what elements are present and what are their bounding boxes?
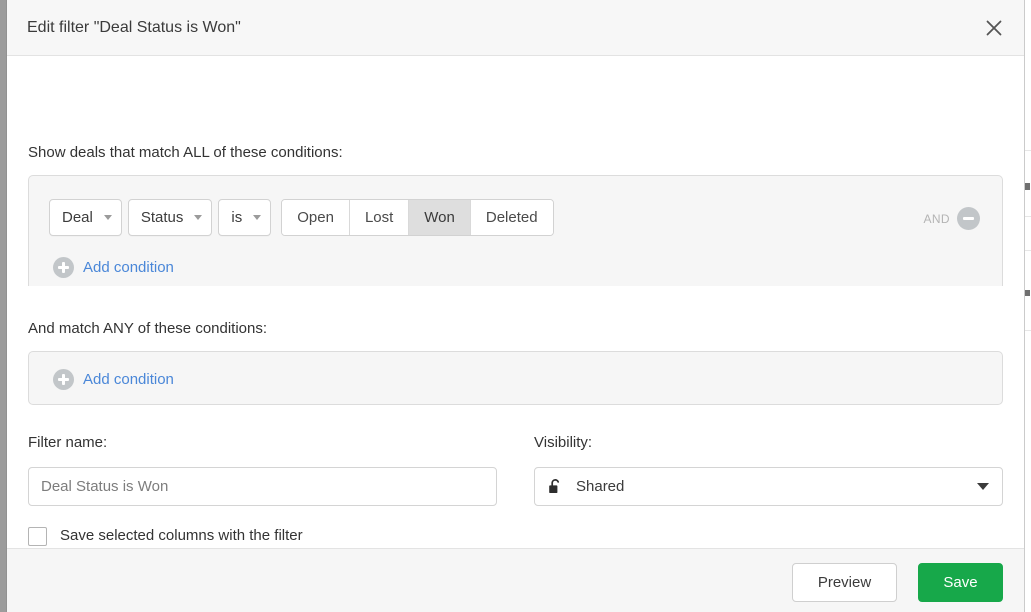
save-columns-checkbox[interactable] [28, 526, 47, 546]
condition-row: Deal Status is Open Lost Won Deleted [49, 199, 554, 236]
status-value-segmented-group: Open Lost Won Deleted [281, 199, 554, 236]
entity-dropdown[interactable]: Deal [49, 199, 122, 236]
status-option-deleted[interactable]: Deleted [470, 200, 553, 235]
match-all-label: Show deals that match ALL of these condi… [28, 144, 343, 161]
backdrop-right-row [1025, 330, 1031, 331]
status-option-open[interactable]: Open [282, 200, 350, 235]
filter-name-label: Filter name: [28, 434, 108, 451]
visibility-value: Shared [576, 478, 625, 495]
close-icon[interactable] [978, 12, 1010, 44]
dialog-title: Edit filter "Deal Status is Won" [27, 19, 241, 36]
visibility-label: Visibility: [534, 434, 593, 451]
add-condition-all-button[interactable]: Add condition [53, 257, 174, 278]
backdrop-right-mark [1025, 183, 1030, 190]
backdrop-right-pane [1024, 0, 1031, 612]
backdrop-right-mark [1025, 290, 1030, 296]
unlocked-padlock-icon [548, 478, 563, 495]
add-condition-any-label: Add condition [83, 371, 174, 388]
save-button[interactable]: Save [918, 563, 1003, 602]
backdrop-left-strip [0, 0, 7, 612]
chevron-down-icon [977, 483, 989, 490]
preview-button[interactable]: Preview [792, 563, 897, 602]
remove-condition-icon[interactable] [957, 207, 980, 230]
operator-dropdown-label: is [231, 209, 243, 226]
condition-group-any [28, 351, 1003, 405]
operator-dropdown[interactable]: is [218, 199, 272, 236]
backdrop-right-row [1025, 216, 1031, 217]
dialog-header: Edit filter "Deal Status is Won" [7, 0, 1024, 56]
field-dropdown[interactable]: Status [127, 199, 213, 236]
chevron-down-icon [103, 215, 112, 220]
chevron-down-icon [253, 215, 262, 220]
condition-join-control: AND [923, 207, 980, 230]
status-option-won[interactable]: Won [409, 200, 471, 235]
status-option-lost[interactable]: Lost [349, 200, 410, 235]
save-columns-checkbox-row[interactable]: Save selected columns with the filter [28, 526, 303, 546]
plus-circle-icon [53, 369, 74, 390]
field-dropdown-label: Status [140, 209, 184, 226]
dialog-footer: Preview Save [7, 548, 1024, 612]
dialog-body: Show deals that match ALL of these condi… [7, 56, 1024, 548]
filter-name-input[interactable] [28, 467, 497, 506]
plus-circle-icon [53, 257, 74, 278]
add-condition-all-label: Add condition [83, 259, 174, 276]
chevron-down-icon [194, 215, 203, 220]
save-columns-label: Save selected columns with the filter [60, 527, 303, 544]
condition-join-label: AND [923, 211, 950, 226]
entity-dropdown-label: Deal [62, 209, 93, 226]
condition-group-all: Deal Status is Open Lost Won Deleted AND [28, 175, 1003, 286]
match-any-label: And match ANY of these conditions: [28, 320, 268, 337]
backdrop-right-row [1025, 250, 1031, 251]
backdrop-right-row [1025, 150, 1031, 151]
visibility-select[interactable]: Shared [534, 467, 1003, 506]
edit-filter-dialog: Edit filter "Deal Status is Won" Show de… [7, 0, 1024, 612]
add-condition-any-button[interactable]: Add condition [53, 369, 174, 390]
